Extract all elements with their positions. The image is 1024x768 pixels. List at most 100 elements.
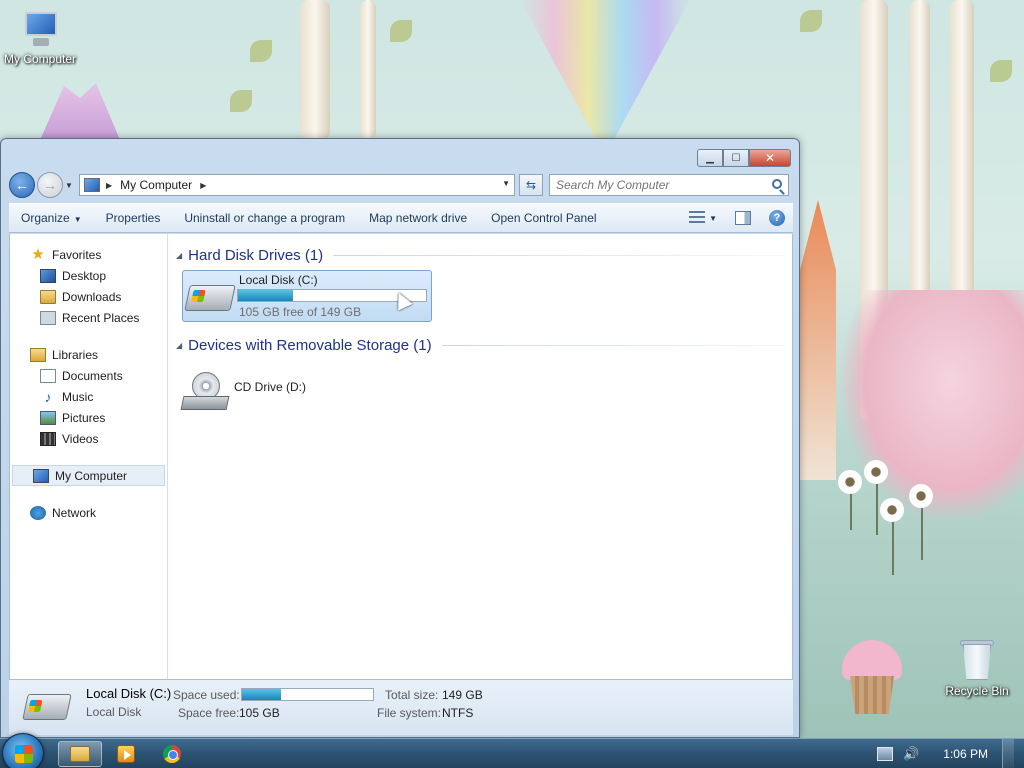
explorer-content: ★ Favorites Desktop Downloads Recent Plac… xyxy=(9,234,793,679)
nav-documents[interactable]: Documents xyxy=(10,365,167,386)
taskbar-app-media-player[interactable] xyxy=(104,741,148,767)
help-icon[interactable]: ? xyxy=(769,210,785,226)
mountain-decoration xyxy=(40,83,120,140)
space-free-value: 105 GB xyxy=(239,706,280,720)
search-icon[interactable] xyxy=(772,179,782,189)
collapse-triangle-icon[interactable]: ◢ xyxy=(176,341,182,350)
downloads-folder-icon xyxy=(40,289,56,304)
windows-logo-icon xyxy=(27,700,43,712)
address-dropdown-icon[interactable]: ▼ xyxy=(502,179,510,188)
minimize-button[interactable]: ▁ xyxy=(697,149,723,167)
map-network-drive-button[interactable]: Map network drive xyxy=(357,211,479,225)
cd-drive-d-item[interactable]: CD Drive (D:) xyxy=(180,368,784,414)
section-removable-storage[interactable]: ◢ Devices with Removable Storage (1) xyxy=(176,334,784,356)
nav-videos[interactable]: Videos xyxy=(10,428,167,449)
back-button[interactable]: ← xyxy=(9,172,35,198)
taskbar-app-explorer[interactable] xyxy=(58,741,102,767)
open-control-panel-button[interactable]: Open Control Panel xyxy=(479,211,608,225)
flower-stem xyxy=(876,475,878,535)
nav-label: Videos xyxy=(62,431,99,446)
nav-downloads[interactable]: Downloads xyxy=(10,286,167,307)
explorer-window: ▁ ☐ ✕ ← → ▼ ▶ My Computer ▶ ▼ ⇆ Organize… xyxy=(0,138,800,738)
recent-pages-dropdown[interactable]: ▼ xyxy=(63,181,75,190)
breadcrumb-my-computer[interactable]: My Computer xyxy=(120,178,192,192)
organize-label: Organize xyxy=(21,211,70,225)
nav-network[interactable]: Network xyxy=(10,502,167,523)
total-size-label: Total size: xyxy=(385,688,439,702)
flower-stem xyxy=(921,500,923,560)
space-used-label: Space used: xyxy=(173,688,240,702)
nav-label: Libraries xyxy=(52,347,99,362)
nav-libraries[interactable]: Libraries xyxy=(10,344,167,365)
drive-name: CD Drive (D:) xyxy=(234,380,306,394)
nav-desktop[interactable]: Desktop xyxy=(10,265,167,286)
computer-icon xyxy=(33,468,49,483)
cupcake-decoration xyxy=(842,640,902,715)
nav-recent-places[interactable]: Recent Places xyxy=(10,307,167,328)
drive-usage-fill xyxy=(238,290,294,301)
start-button[interactable] xyxy=(2,733,44,768)
volume-icon[interactable]: 🔊 xyxy=(903,747,919,761)
back-arrow-icon: ← xyxy=(15,177,29,193)
nav-music[interactable]: ♪ Music xyxy=(10,386,167,407)
address-bar[interactable]: ▶ My Computer ▶ ▼ xyxy=(79,174,515,196)
details-pane: Local Disk (C:) Local Disk Space used: S… xyxy=(9,679,793,735)
caption-buttons: ▁ ☐ ✕ xyxy=(697,149,791,167)
videos-icon xyxy=(40,431,56,446)
close-button[interactable]: ✕ xyxy=(749,149,791,167)
nav-pictures[interactable]: Pictures xyxy=(10,407,167,428)
space-used-bar xyxy=(241,688,374,701)
collapse-triangle-icon[interactable]: ◢ xyxy=(176,251,182,260)
details-title: Local Disk (C:) xyxy=(86,686,172,701)
breadcrumb-separator-icon[interactable]: ▶ xyxy=(200,181,206,190)
tree-trunk xyxy=(300,0,330,140)
section-hard-disk-drives[interactable]: ◢ Hard Disk Drives (1) xyxy=(176,244,784,266)
organize-button[interactable]: Organize ▼ xyxy=(9,211,94,225)
chevron-down-icon: ▼ xyxy=(73,215,82,224)
change-view-icon[interactable] xyxy=(689,211,706,225)
windows-logo-icon xyxy=(191,290,206,302)
nav-label: Recent Places xyxy=(62,310,140,325)
libraries-icon xyxy=(30,347,46,362)
forward-button[interactable]: → xyxy=(37,172,63,198)
nav-my-computer[interactable]: My Computer xyxy=(12,465,165,486)
section-title: Hard Disk Drives (1) xyxy=(188,246,324,264)
leaf-decoration xyxy=(990,60,1012,82)
taskbar-app-chrome[interactable] xyxy=(150,741,194,767)
media-player-icon xyxy=(117,745,135,763)
recycle-bin-icon xyxy=(960,638,994,680)
minimize-icon: ▁ xyxy=(706,152,714,164)
preview-pane-icon[interactable] xyxy=(735,211,751,225)
rainbow-rays xyxy=(520,0,690,140)
search-box[interactable] xyxy=(549,174,789,196)
hard-drive-icon xyxy=(22,694,72,720)
flower-stem xyxy=(892,515,894,575)
space-used-fill xyxy=(242,689,281,700)
show-desktop-button[interactable] xyxy=(1002,739,1014,768)
file-list-pane: ◢ Hard Disk Drives (1) Local Disk (C:) 1… xyxy=(168,234,792,679)
network-status-icon[interactable] xyxy=(877,747,894,761)
flower-decoration xyxy=(838,470,862,494)
desktop-icon-my-computer[interactable]: My Computer xyxy=(2,10,78,66)
breadcrumb-separator-icon[interactable]: ▶ xyxy=(106,181,112,190)
maximize-button[interactable]: ☐ xyxy=(723,149,749,167)
desktop-icon-recycle-bin[interactable]: Recycle Bin xyxy=(940,638,1014,698)
tree-trunk xyxy=(360,0,376,140)
nav-favorites[interactable]: ★ Favorites xyxy=(10,244,167,265)
tower-decoration xyxy=(800,200,836,480)
nav-label: Downloads xyxy=(62,289,122,304)
clock[interactable]: 1:06 PM xyxy=(943,747,988,761)
search-input[interactable] xyxy=(556,178,756,192)
system-tray: 🔊 1:06 PM xyxy=(877,739,1024,768)
close-icon: ✕ xyxy=(764,151,776,165)
refresh-icon: ⇆ xyxy=(525,178,537,192)
recent-places-icon xyxy=(40,310,56,325)
chevron-down-icon[interactable]: ▼ xyxy=(709,214,717,223)
refresh-button[interactable]: ⇆ xyxy=(519,174,543,196)
properties-button[interactable]: Properties xyxy=(94,211,173,225)
uninstall-program-button[interactable]: Uninstall or change a program xyxy=(172,211,357,225)
desktop-icon-label: My Computer xyxy=(3,52,77,66)
folder-icon xyxy=(70,746,90,762)
documents-icon xyxy=(40,368,56,383)
my-computer-icon xyxy=(19,10,61,48)
